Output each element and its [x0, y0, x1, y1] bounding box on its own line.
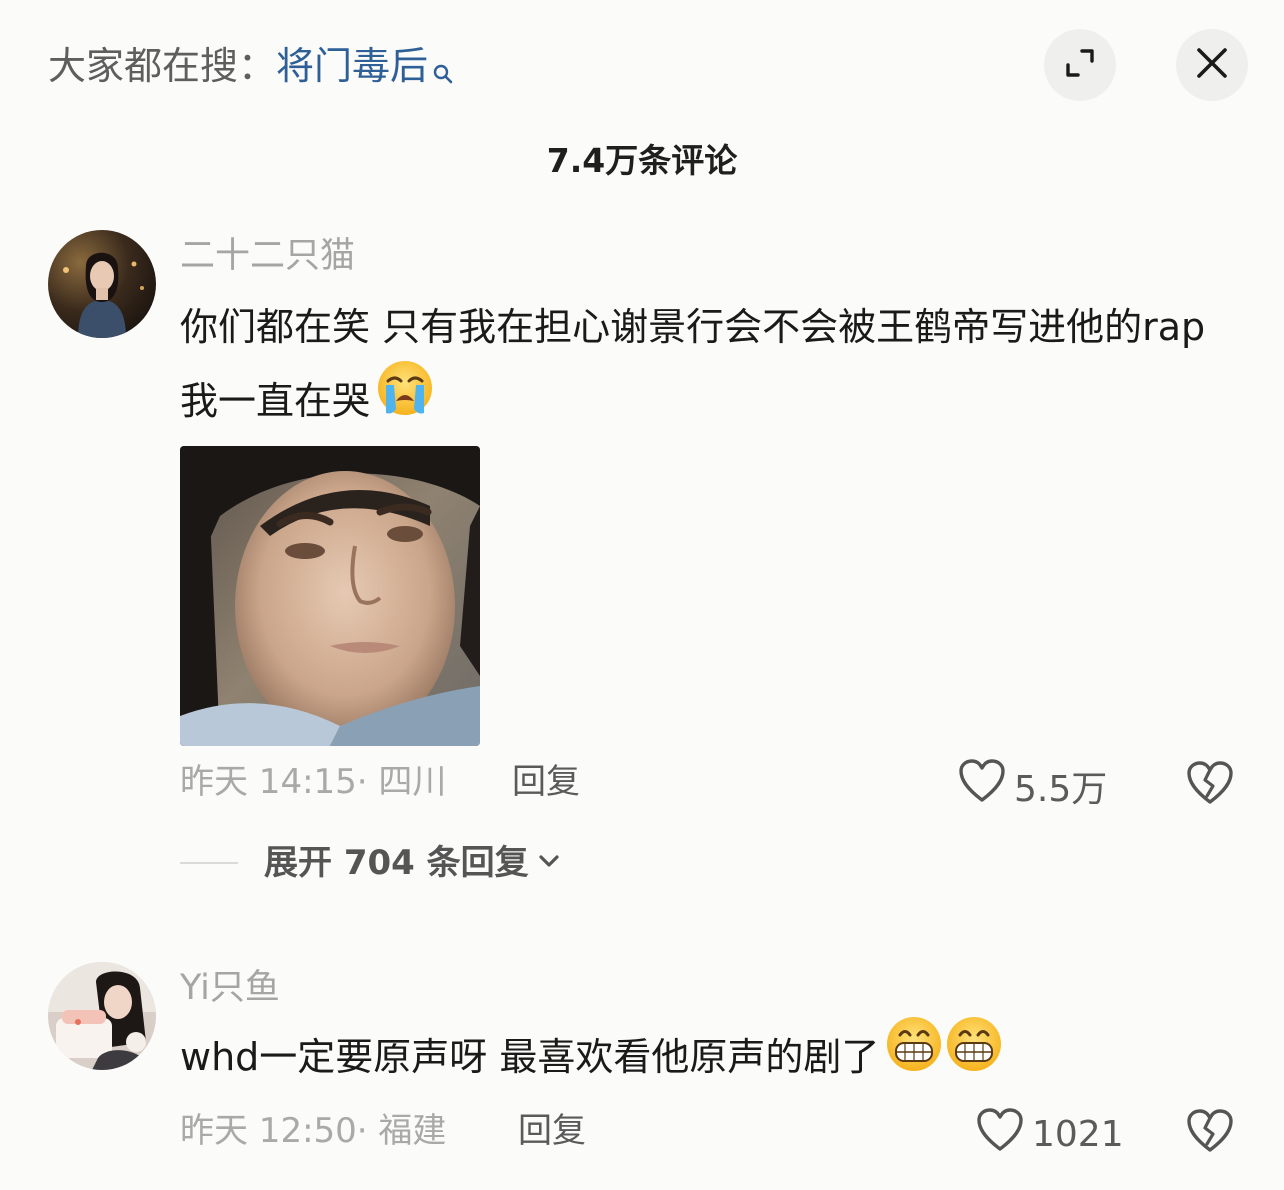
search-hint-prefix: 大家都在搜：: [48, 44, 277, 88]
like-button[interactable]: 5.5万: [958, 758, 1107, 813]
divider-line: [180, 862, 238, 864]
heart-icon: [958, 758, 1014, 813]
comment-panel: 大家都在搜：将门毒后 7.4万条评论 二十二只猫 你们都在笑 只有我在担心谢景行…: [0, 0, 1284, 1190]
expand-icon: [1062, 45, 1098, 85]
chevron-down-icon: [529, 851, 561, 875]
avatar[interactable]: [48, 962, 156, 1070]
comment-count-title: 7.4万条评论: [546, 141, 738, 180]
comment-text-content: whd一定要原声呀 最喜欢看他原声的剧了: [180, 1035, 880, 1079]
dislike-button[interactable]: [1186, 1108, 1234, 1158]
comment-username[interactable]: Yi只鱼: [180, 962, 280, 1014]
dislike-broken-heart-icon: [1186, 761, 1234, 810]
avatar[interactable]: [48, 230, 156, 338]
grinning-face-emoji: [885, 1015, 1003, 1097]
dislike-broken-heart-icon: [1186, 1109, 1234, 1158]
expand-replies-label: 展开 704 条回复: [264, 843, 529, 883]
comment-username[interactable]: 二十二只猫: [180, 230, 355, 282]
search-icon[interactable]: [432, 44, 454, 100]
trending-search-hint[interactable]: 大家都在搜：将门毒后: [48, 38, 454, 100]
reply-button[interactable]: 回复: [512, 757, 580, 807]
heart-icon: [976, 1107, 1032, 1162]
search-hint-term[interactable]: 将门毒后: [276, 44, 428, 88]
comment-text: 你们都在笑 只有我在担心谢景行会不会被王鹤帝写进他的rap 我一直在哭: [180, 290, 1230, 441]
dislike-button[interactable]: [1186, 760, 1234, 810]
expand-button[interactable]: [1044, 29, 1116, 101]
like-count: 1021: [1032, 1114, 1124, 1155]
comment-text-content: 你们都在笑 只有我在担心谢景行会不会被王鹤帝写进他的rap 我一直在哭: [180, 305, 1206, 423]
close-icon: [1195, 46, 1229, 84]
comment-meta: 昨天 14:15· 四川: [180, 762, 447, 802]
comment-image[interactable]: [180, 446, 480, 746]
comment-text: whd一定要原声呀 最喜欢看他原声的剧了: [180, 1016, 1230, 1097]
comment-meta: 昨天 12:50· 福建: [180, 1111, 447, 1151]
crying-face-emoji: [376, 359, 434, 441]
like-count: 5.5万: [1014, 768, 1108, 810]
like-button[interactable]: 1021: [976, 1107, 1124, 1162]
close-button[interactable]: [1176, 29, 1248, 101]
reply-button[interactable]: 回复: [518, 1106, 586, 1156]
expand-replies-button[interactable]: 展开 704 条回复: [180, 838, 561, 888]
